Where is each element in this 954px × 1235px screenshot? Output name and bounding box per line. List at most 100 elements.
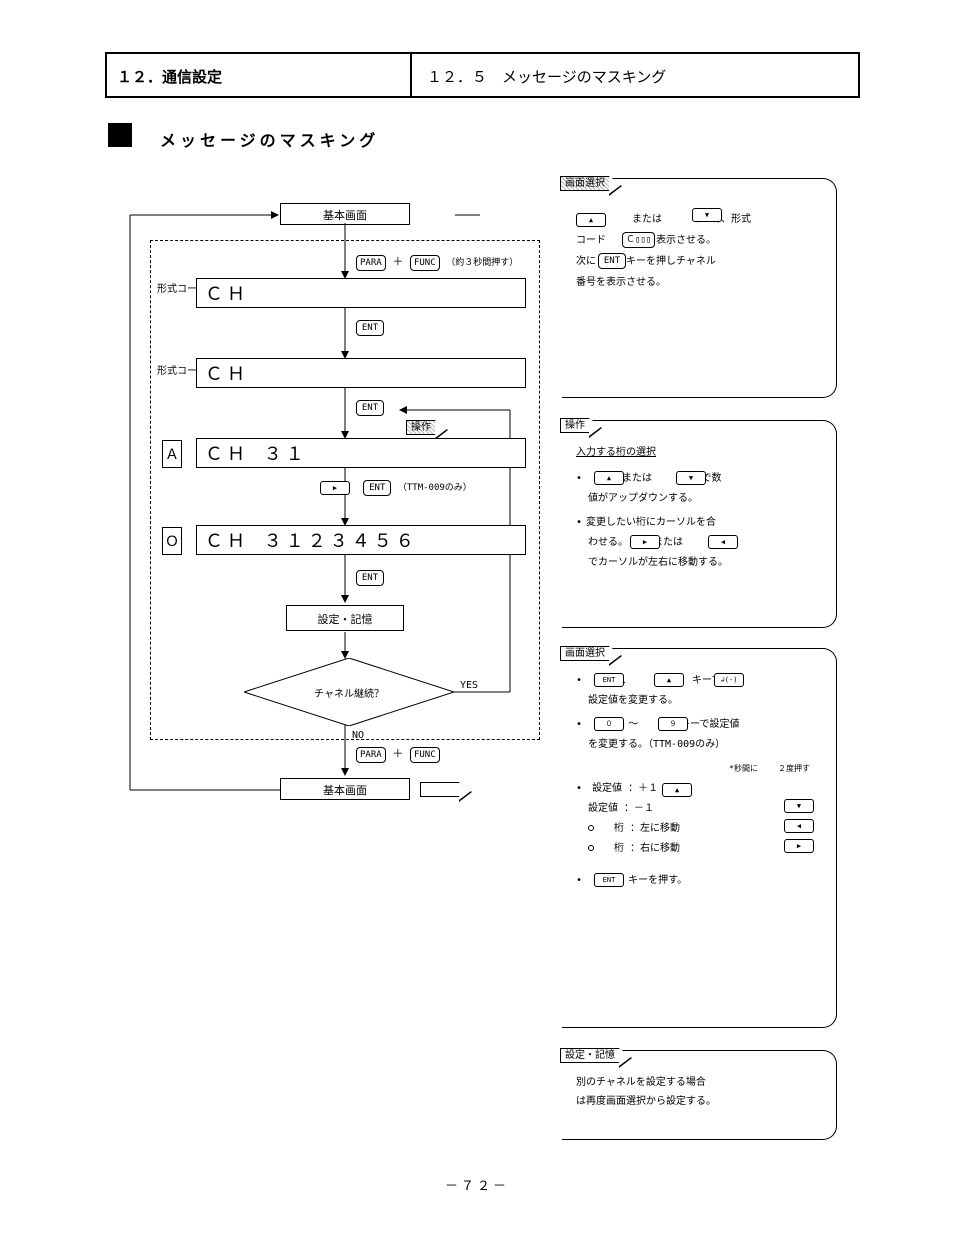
key-func-2-label: FUNC <box>414 750 436 760</box>
pb-b2c: でカーソルが左右に移動する。 <box>576 553 826 573</box>
panel-d-tag-label: 設定・記憶 <box>565 1050 615 1061</box>
panel-c-tag-label: 画面選択 <box>565 648 605 659</box>
diamond-label: チャネル継続？ <box>244 685 454 700</box>
plus-1: ＋ <box>392 255 403 268</box>
header-frame: １２．通信設定 １２．５ メッセージのマスキング <box>105 52 860 98</box>
key-para-label: PARA <box>360 258 382 268</box>
panel-d-tag: 設定・記憶 <box>560 1048 620 1063</box>
panel-b-tag-wrap: 操作 <box>560 416 590 431</box>
pc-ent: ENT <box>594 673 624 687</box>
pa-code: Ｃ▯▯▯ <box>622 232 655 248</box>
panel-c-tag: 画面選択 <box>560 646 610 661</box>
pc-li3: 桁 ：左に移動 ◀ <box>576 819 826 839</box>
key-ent-3-label: ENT <box>369 483 385 493</box>
panel-b-tag: 操作 <box>560 418 590 433</box>
pc-li3a: 桁 ：左に移動 <box>604 823 680 834</box>
pc-kr: ▶ <box>784 839 814 853</box>
pc-li4a: 桁 ：右に移動 <box>604 843 680 854</box>
header-left: １２．通信設定 <box>107 54 412 96</box>
pa-l1c: 次に キーを押しチャネル <box>576 256 716 267</box>
display-3: ＣＨ ３１ <box>196 438 526 468</box>
panel-b-tag-label: 操作 <box>565 420 585 431</box>
pb-b1b: 値がアップダウンする。 <box>576 489 826 509</box>
pb-r: ▶ <box>630 535 660 549</box>
pa-ent: ENT <box>598 253 626 269</box>
display-1: ＣＨ <box>196 278 526 308</box>
pc-note1: *秒間に <box>729 761 758 777</box>
key-right-3: ▶ <box>320 481 350 495</box>
pc-li4: 桁 ：右に移動 ▶ <box>576 839 826 859</box>
action-tag-label: 操作 <box>411 422 431 433</box>
action-tag: 操作 <box>406 420 436 435</box>
pa-l2: 次に キーを押しチャネル ENT <box>576 251 826 272</box>
pc-li-head: 設定値 ：＋１ ▲ <box>576 779 826 799</box>
panel-a-text: ▲ または キーで、形式 コード を表示させる。 ▼ Ｃ▯▯▯ 次に キーを押し… <box>576 209 826 293</box>
key-ent-2: ENT <box>356 400 384 416</box>
key-para-2: PARA <box>356 747 386 763</box>
pb-l: ◀ <box>708 535 738 549</box>
plus-2: ＋ <box>392 747 403 760</box>
panel-d-text: 別のチャネルを設定する場合 は再度画面選択から設定する。 <box>576 1073 826 1111</box>
pc-li2a: 設定値 ：－１ <box>588 803 684 814</box>
key-ent-2-label: ENT <box>362 403 378 413</box>
combo-note: （約３秒間押す） <box>446 258 518 268</box>
pc-2: ～ キーで設定値 ０ ９ <box>576 715 826 735</box>
no-label: NO <box>352 730 364 741</box>
right-ent-3: ▶ ENT （TTM-009のみ） <box>320 480 472 496</box>
flow-basic-top: 基本画面 <box>280 203 410 225</box>
panel-d-tag-wrap: 設定・記憶 <box>560 1046 620 1061</box>
pc-n9: ９ <box>658 717 688 731</box>
key-para: PARA <box>356 255 386 271</box>
pd-2: は再度画面選択から設定する。 <box>576 1092 826 1111</box>
ent-2: ENT <box>356 400 384 416</box>
pc-kl: ◀ <box>784 819 814 833</box>
key-func-2: FUNC <box>410 747 440 763</box>
key-func: FUNC <box>410 255 440 271</box>
panel-a: ▲ または キーで、形式 コード を表示させる。 ▼ Ｃ▯▯▯ 次に キーを押し… <box>562 178 837 398</box>
section-marker <box>108 123 132 147</box>
pa-l1a: または キーで、形式 <box>612 214 751 225</box>
section-title: メッセージのマスキング <box>140 127 379 151</box>
key-func-label: FUNC <box>414 258 436 268</box>
pc-note2: ２度押す <box>778 761 810 777</box>
diamond-wrap: チャネル継続？ <box>244 658 454 726</box>
panel-c: 、 、 キーで ENT ▲ ↲(-) 設定値を変更する。 ～ キーで設定値 ０ … <box>562 648 837 1028</box>
pc-inc: ▲ <box>662 783 692 797</box>
pc-li-wrap: 設定値 ：＋１ ▲ <box>592 783 688 794</box>
panel-b-text: 入力する桁の選択 または キーで数 ▲ ▼ 値がアップダウンする。 変更したい桁… <box>576 443 826 573</box>
pc-ent2: ENT <box>594 873 624 887</box>
set-store-box: 設定・記憶 <box>286 605 404 631</box>
pc-li2: 設定値 ：－１ ▼ <box>576 799 826 819</box>
key-ent-4-label: ENT <box>362 573 378 583</box>
header-right: １２．５ メッセージのマスキング <box>427 66 666 87</box>
key-ent-1-label: ENT <box>362 323 378 333</box>
panel-b: 入力する桁の選択 または キーで数 ▲ ▼ 値がアップダウンする。 変更したい桁… <box>562 420 837 628</box>
panel-c-text: 、 、 キーで ENT ▲ ↲(-) 設定値を変更する。 ～ キーで設定値 ０ … <box>576 671 826 891</box>
pa-dn: ▼ <box>692 208 722 222</box>
pc-1b: 設定値を変更する。 <box>576 691 826 711</box>
pc-note-row: *秒間に ２度押す <box>576 761 810 777</box>
pb-title: 入力する桁の選択 <box>576 443 826 463</box>
pa-l1d: 番号を表示させる。 <box>576 272 826 293</box>
key-right-3-label: ▶ <box>333 484 337 492</box>
combo-keys-2: PARA ＋ FUNC <box>356 745 440 763</box>
display-2: ＣＨ <box>196 358 526 388</box>
flow-basic-bottom: 基本画面 <box>280 778 410 800</box>
pd-1: 別のチャネルを設定する場合 <box>576 1073 826 1092</box>
box-o: Ｏ <box>162 527 182 555</box>
box-a: Ａ <box>162 440 182 468</box>
bottom-tag <box>420 782 460 797</box>
pc-3: キーを押す。 ENT <box>576 871 826 891</box>
pb-up: ▲ <box>594 471 624 485</box>
pc-sp: ↲(-) <box>714 673 744 687</box>
panel-c-tag-wrap: 画面選択 <box>560 644 610 659</box>
pb-b1: または キーで数 ▲ ▼ <box>576 469 826 489</box>
key-ent-3: ENT <box>363 480 391 496</box>
yes-label: YES <box>460 680 478 691</box>
pb-b2x: わせる。 または キー ▶ ◀ <box>576 533 826 553</box>
pb-b2: 変更したい桁にカーソルを合 <box>576 513 826 533</box>
ent-4: ENT <box>356 570 384 586</box>
panel-d: 別のチャネルを設定する場合 は再度画面選択から設定する。 <box>562 1050 837 1140</box>
pa-l1x: コード を表示させる。 ▼ Ｃ▯▯▯ <box>576 230 826 251</box>
action-tag-wrap: 操作 <box>406 418 436 433</box>
